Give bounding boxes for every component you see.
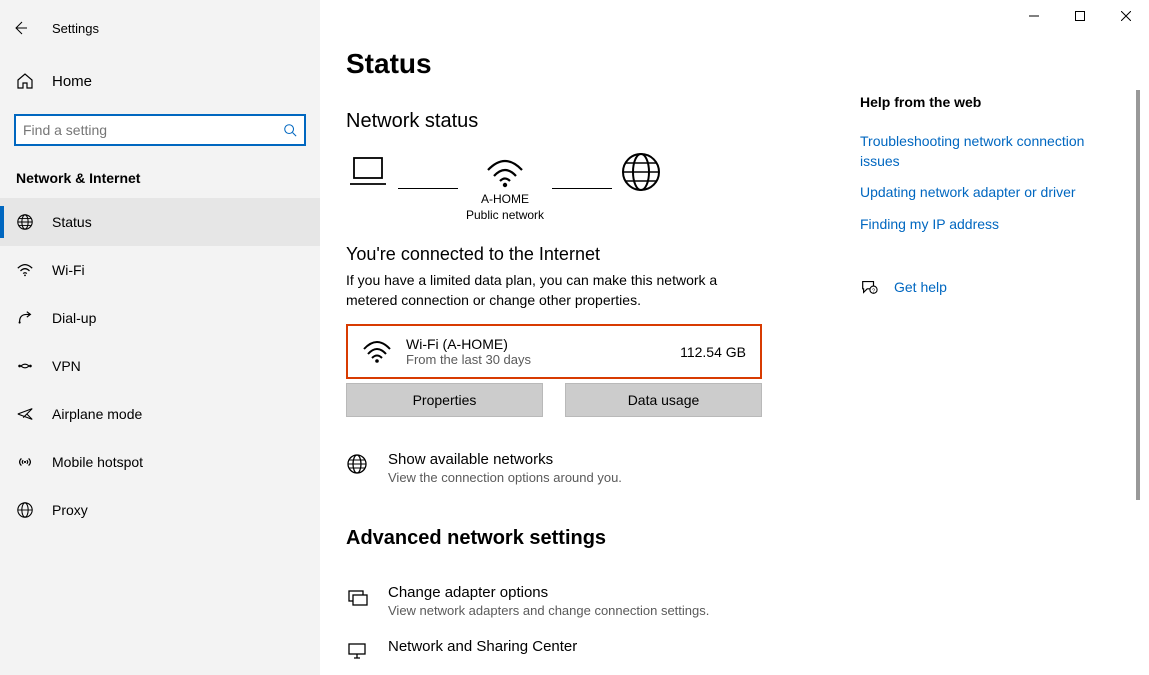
nav-status[interactable]: Status — [0, 198, 320, 246]
nav-label: VPN — [52, 358, 81, 374]
card-usage: 112.54 GB — [680, 344, 746, 360]
network-diagram: A-HOME Public network — [346, 151, 860, 226]
help-link[interactable]: Updating network adapter or driver — [860, 183, 1120, 203]
home-icon — [16, 72, 38, 90]
option-title: Show available networks — [388, 451, 622, 468]
nav-label: Mobile hotspot — [52, 454, 143, 470]
nav-proxy[interactable]: Proxy — [0, 486, 320, 534]
svg-text:?: ? — [872, 289, 875, 295]
connector-line — [552, 188, 612, 190]
nav-airplane[interactable]: Airplane mode — [0, 390, 320, 438]
nav-label: Airplane mode — [52, 406, 142, 422]
get-help-row[interactable]: ? Get help — [860, 278, 1120, 296]
laptop-icon — [346, 154, 390, 190]
content-area: Status Network status A-HOME Public netw… — [320, 0, 1149, 675]
properties-button[interactable]: Properties — [346, 383, 543, 417]
globe-icon — [346, 451, 370, 475]
nav-vpn[interactable]: VPN — [0, 342, 320, 390]
airplane-icon — [16, 405, 38, 423]
option-sub: View the connection options around you. — [388, 470, 622, 485]
scrollbar[interactable] — [1136, 90, 1140, 500]
option-title: Change adapter options — [388, 584, 709, 601]
adapter-icon — [346, 584, 370, 608]
home-nav[interactable]: Home — [0, 62, 320, 100]
nav-label: Proxy — [52, 502, 88, 518]
wifi-usage-card[interactable]: Wi-Fi (A-HOME) From the last 30 days 112… — [346, 324, 762, 379]
sharing-center-row[interactable]: Network and Sharing Center — [346, 638, 860, 662]
sharing-icon — [346, 638, 370, 662]
hotspot-icon — [16, 453, 38, 471]
nav-dialup[interactable]: Dial-up — [0, 294, 320, 342]
main-panel: Status Network status A-HOME Public netw… — [320, 0, 860, 675]
section-title: Network & Internet — [0, 146, 320, 196]
titlebar: Settings — [0, 8, 320, 48]
sidebar: Settings Home Network & Internet Status … — [0, 0, 320, 675]
nav-label: Status — [52, 214, 92, 230]
nav-hotspot[interactable]: Mobile hotspot — [0, 438, 320, 486]
search-input[interactable] — [23, 122, 283, 138]
nav-label: Wi-Fi — [52, 262, 85, 278]
page-title: Status — [346, 48, 860, 80]
get-help-link[interactable]: Get help — [894, 279, 947, 295]
show-networks-row[interactable]: Show available networks View the connect… — [346, 451, 860, 485]
connector-line — [398, 188, 458, 190]
wifi-icon — [362, 339, 392, 365]
back-arrow-icon — [12, 20, 28, 36]
nav-list: Status Wi-Fi Dial-up VPN Airplane mode — [0, 198, 320, 534]
nav-wifi[interactable]: Wi-Fi — [0, 246, 320, 294]
home-label: Home — [52, 73, 92, 90]
window-title: Settings — [52, 21, 99, 36]
chat-help-icon: ? — [860, 278, 878, 296]
help-pane: Help from the web Troubleshooting networ… — [860, 0, 1140, 675]
option-title: Network and Sharing Center — [388, 638, 577, 655]
wifi-icon — [16, 261, 38, 279]
help-link[interactable]: Finding my IP address — [860, 215, 1120, 235]
nav-label: Dial-up — [52, 310, 96, 326]
data-usage-button[interactable]: Data usage — [565, 383, 762, 417]
back-button[interactable] — [0, 8, 40, 48]
proxy-icon — [16, 501, 38, 519]
network-status-heading: Network status — [346, 110, 860, 133]
help-link[interactable]: Troubleshooting network connection issue… — [860, 132, 1120, 171]
card-sub: From the last 30 days — [406, 352, 666, 367]
card-title: Wi-Fi (A-HOME) — [406, 336, 666, 352]
connected-body: If you have a limited data plan, you can… — [346, 271, 746, 310]
advanced-heading: Advanced network settings — [346, 527, 860, 550]
help-heading: Help from the web — [860, 94, 1120, 110]
search-icon — [283, 123, 297, 137]
diagram-type: Public network — [466, 208, 544, 222]
wifi-large-icon — [484, 154, 526, 190]
vpn-icon — [16, 357, 38, 375]
option-sub: View network adapters and change connect… — [388, 603, 709, 618]
adapter-options-row[interactable]: Change adapter options View network adap… — [346, 584, 860, 618]
connected-heading: You're connected to the Internet — [346, 244, 860, 265]
search-box[interactable] — [14, 114, 306, 146]
diagram-ssid: A-HOME — [481, 192, 529, 206]
dialup-icon — [16, 309, 38, 327]
globe-icon — [16, 213, 38, 231]
globe-large-icon — [620, 151, 662, 193]
